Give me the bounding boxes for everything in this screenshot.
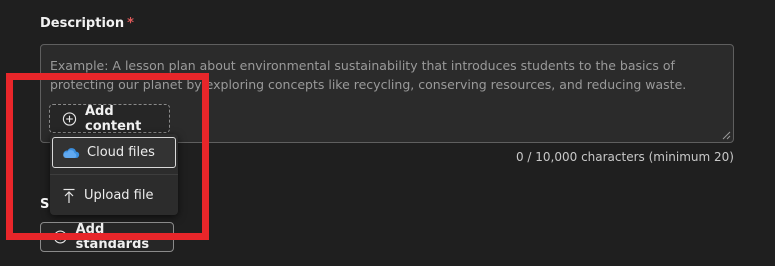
resize-handle-icon[interactable] xyxy=(722,131,731,140)
plus-circle-icon xyxy=(53,230,67,244)
add-content-menu: Cloud files Upload file xyxy=(50,134,178,215)
add-content-label: Add content xyxy=(85,103,142,134)
cloud-icon xyxy=(63,147,80,158)
standards-label: S xyxy=(40,197,50,212)
add-standards-button[interactable]: Add standards xyxy=(40,222,174,252)
menu-item-cloud-files[interactable]: Cloud files xyxy=(52,137,176,168)
add-content-button[interactable]: Add content xyxy=(49,103,170,134)
required-marker: * xyxy=(127,16,134,31)
description-label-text: Description xyxy=(40,16,125,31)
description-label: Description * xyxy=(40,16,134,31)
character-counter: 0 / 10,000 characters (minimum 20) xyxy=(515,150,734,164)
upload-icon xyxy=(63,188,75,203)
menu-item-label: Cloud files xyxy=(87,145,155,160)
plus-circle-icon xyxy=(62,111,77,126)
description-placeholder: Example: A lesson plan about environment… xyxy=(50,58,687,92)
menu-item-label: Upload file xyxy=(84,188,154,203)
menu-divider xyxy=(50,174,178,175)
menu-item-upload-file[interactable]: Upload file xyxy=(52,180,176,211)
add-standards-label: Add standards xyxy=(75,222,150,252)
